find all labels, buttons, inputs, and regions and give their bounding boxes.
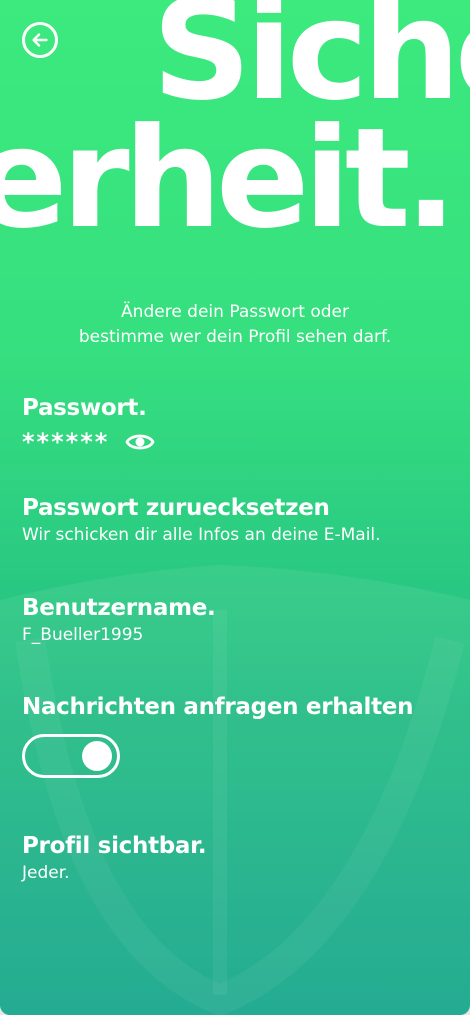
hero-title: Siche erheit.: [0, 0, 470, 248]
messages-section: Nachrichten anfragen erhalten: [22, 692, 413, 778]
username-title: Benutzername.: [22, 595, 216, 621]
intro-line1: Ändere dein Passwort oder: [121, 302, 349, 322]
visibility-value[interactable]: Jeder.: [22, 861, 206, 885]
username-value: F_Bueller1995: [22, 625, 144, 645]
messages-title: Nachrichten anfragen erhalten: [22, 694, 414, 720]
eye-icon[interactable]: [125, 431, 155, 453]
back-button[interactable]: [22, 22, 58, 58]
username-section: Benutzername. F_Bueller1995: [22, 593, 216, 647]
intro-line2: bestimme wer dein Profil sehen darf.: [78, 327, 392, 347]
password-masked-value: ******: [22, 428, 110, 456]
visibility-title: Profil sichtbar.: [22, 833, 207, 859]
password-section: Passwort. ******: [22, 393, 155, 457]
toggle-knob: [82, 741, 112, 771]
hero-title-line1: Siche: [152, 0, 470, 131]
reset-password-title[interactable]: Passwort zuruecksetzen: [22, 493, 381, 523]
hero-title-line2: erheit.: [0, 98, 457, 259]
reset-password-subtitle: Wir schicken dir alle Infos an deine E-M…: [22, 525, 381, 545]
reset-password-section[interactable]: Passwort zuruecksetzen Wir schicken dir …: [22, 493, 381, 547]
security-screen: Siche erheit. Ändere dein Passwort oder …: [0, 0, 470, 1015]
intro-text: Ändere dein Passwort oder bestimme wer d…: [0, 300, 470, 350]
arrow-left-icon: [32, 33, 48, 47]
messages-toggle[interactable]: [22, 734, 120, 778]
password-title: Passwort.: [22, 395, 147, 421]
visibility-section[interactable]: Profil sichtbar. Jeder.: [22, 831, 207, 885]
